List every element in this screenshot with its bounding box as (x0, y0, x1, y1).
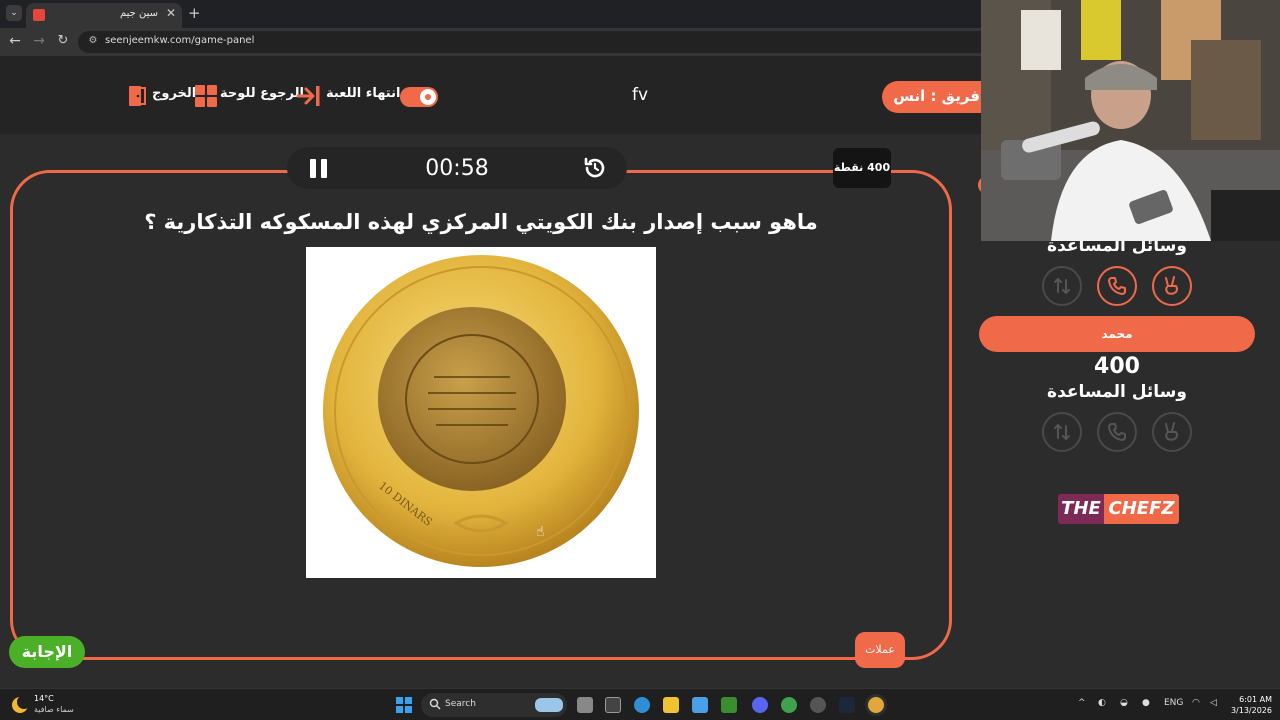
minecraft-icon[interactable] (721, 697, 737, 713)
taskbar-search[interactable]: Search (421, 693, 567, 717)
reset-timer-icon[interactable] (583, 156, 607, 180)
streamer-webcam-image (981, 0, 1280, 241)
exit-icon[interactable] (127, 85, 147, 107)
answer-button[interactable]: الإجابة (9, 636, 85, 668)
chrome-icon[interactable] (781, 697, 797, 713)
mouse-cursor-icon: ☝ (536, 524, 545, 540)
swap-arrows-icon (1054, 424, 1070, 440)
discord-icon[interactable] (752, 697, 768, 713)
question-text: ماهو سبب إصدار بنك الكويتي المركزي لهذه … (144, 210, 818, 234)
phone-icon (1108, 423, 1126, 441)
mode-toggle[interactable] (400, 87, 438, 107)
obs-icon[interactable] (810, 697, 826, 713)
two-answers-aid[interactable] (1152, 266, 1192, 306)
timer-bar: 00:58 (287, 147, 627, 189)
team-2-score: 400 (1094, 354, 1140, 379)
team-2-name-bar: محمد (979, 316, 1255, 352)
site-favicon-icon (33, 9, 45, 21)
file-explorer-icon[interactable] (663, 697, 679, 713)
sponsor-logo: THE CHEFZ (1058, 494, 1179, 524)
edge-browser-icon[interactable] (634, 697, 650, 713)
tray-app-icon[interactable]: ◐ (1098, 698, 1106, 708)
wifi-icon[interactable]: ◠ (1192, 698, 1200, 708)
reload-icon[interactable]: ↻ (55, 33, 71, 48)
tab-title: سين جيم (119, 8, 158, 19)
sponsor-logo-name: CHEFZ (1104, 494, 1179, 524)
sponsor-logo-the: THE (1058, 494, 1104, 524)
call-friend-aid[interactable] (1097, 412, 1137, 452)
points-badge: 400 نقطة (833, 148, 891, 188)
board-grid-icon[interactable] (195, 85, 217, 107)
tab-close-icon[interactable]: ✕ (166, 6, 176, 20)
two-answers-aid[interactable] (1152, 412, 1192, 452)
webcam-overlay (981, 0, 1280, 241)
clock-date[interactable]: 3/13/2026 (1226, 706, 1272, 715)
microsoft-store-icon[interactable] (692, 697, 708, 713)
search-highlight-icon (535, 698, 563, 712)
task-view-icon[interactable] (577, 697, 593, 713)
browser-tab-active[interactable]: سين جيم ✕ (26, 3, 182, 28)
volume-icon[interactable]: ◁ (1210, 698, 1217, 708)
category-tag[interactable]: عملات (855, 632, 905, 668)
team-2-aids (1042, 412, 1192, 454)
search-icon (429, 698, 441, 710)
teams-panel: وسائل المساعدة محمد 400 وسائل المساعدة T… (960, 170, 1280, 670)
timer-display: 00:58 (425, 156, 489, 181)
team-2-aids-title: وسائل المساعدة (1047, 382, 1187, 402)
end-game-icon[interactable] (296, 85, 322, 107)
tab-search-button[interactable]: ⌄ (6, 5, 22, 21)
question-image: 10 DINARS (306, 247, 656, 578)
tray-steam-icon[interactable]: ◒ (1120, 698, 1128, 708)
weather-temperature[interactable]: 14°C (34, 694, 54, 703)
weather-description[interactable]: سماء صافية (34, 705, 74, 714)
steam-icon[interactable] (839, 697, 855, 713)
call-friend-aid[interactable] (1097, 266, 1137, 306)
microphone-icon[interactable]: ● (1142, 698, 1150, 708)
swap-question-aid[interactable] (1042, 412, 1082, 452)
brand-logo: fv (632, 85, 649, 105)
phone-icon (1108, 277, 1126, 295)
site-info-icon[interactable]: ⚙ (87, 35, 99, 47)
windows-taskbar: 14°C سماء صافية Search ^ ◐ ◒ ● ENG ◠ ◁ 6… (0, 688, 1280, 720)
forward-arrow-icon[interactable]: → (31, 33, 47, 49)
victory-hand-icon (1165, 422, 1178, 441)
victory-hand-icon (1165, 276, 1178, 295)
clock-time[interactable]: 6:01 AM (1232, 695, 1272, 704)
windows-start-icon[interactable] (396, 697, 412, 713)
swap-arrows-icon (1054, 278, 1070, 294)
toggle-knob (420, 89, 436, 105)
new-tab-button[interactable]: + (188, 4, 201, 22)
gold-coin-image: 10 DINARS (323, 255, 639, 567)
chrome-active-icon[interactable] (868, 697, 884, 713)
search-placeholder: Search (445, 699, 476, 709)
language-indicator[interactable]: ENG (1164, 698, 1183, 708)
moon-weather-icon[interactable] (12, 695, 31, 713)
exit-button[interactable]: الخروج (152, 86, 196, 108)
swap-question-aid[interactable] (1042, 266, 1082, 306)
end-game-button[interactable]: انتهاء اللعبة (326, 86, 400, 108)
tray-overflow-icon[interactable]: ^ (1078, 698, 1086, 708)
screen: ⌄ سين جيم ✕ + ← → ↻ ⚙ seenjeemkw.com/gam… (0, 0, 1280, 720)
team-1-aids (1042, 266, 1192, 308)
back-to-board-button[interactable]: الرجوع للوحة (220, 86, 304, 108)
back-arrow-icon[interactable]: ← (7, 33, 23, 49)
snipping-tool-icon[interactable] (605, 697, 621, 713)
current-team-label: فريق : انس (893, 87, 980, 105)
url-text[interactable]: seenjeemkw.com/game-panel (105, 35, 254, 46)
